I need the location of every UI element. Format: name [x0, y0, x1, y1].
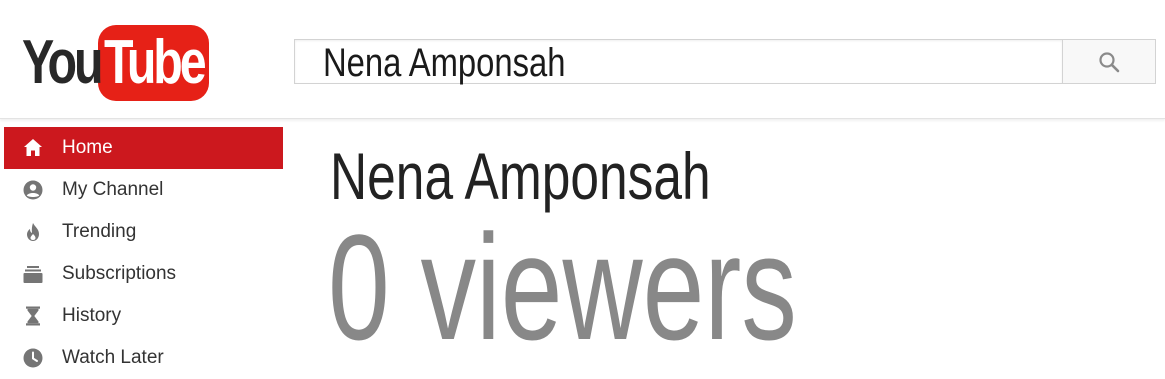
logo-tube-text: Tube	[103, 28, 207, 97]
logo-you-text: You	[22, 28, 104, 97]
sidebar-item-my-channel[interactable]: My Channel	[0, 169, 283, 211]
search-button[interactable]	[1062, 39, 1156, 84]
sidebar-item-label: My Channel	[62, 179, 164, 200]
sidebar-item-trending[interactable]: Trending	[0, 211, 283, 253]
sidebar-item-label: Home	[62, 137, 113, 158]
search-icon	[1099, 51, 1120, 72]
sidebar-item-subscriptions[interactable]: Subscriptions	[0, 253, 283, 295]
clock-icon	[22, 347, 44, 369]
sidebar-item-label: History	[62, 305, 122, 326]
logo-tube-box: Tube	[98, 25, 209, 101]
search-input-value: Nena Amponsah	[323, 41, 566, 85]
home-icon	[22, 137, 44, 159]
sidebar-item-home[interactable]: Home	[4, 127, 283, 169]
search-input[interactable]: Nena Amponsah	[294, 39, 1062, 85]
sidebar-item-label: Watch Later	[62, 347, 164, 368]
youtube-logo[interactable]: You Tube	[22, 24, 209, 102]
hourglass-icon	[22, 305, 44, 327]
sidebar-item-label: Trending	[62, 221, 137, 242]
sidebar: Home My Channel Trending Subscriptions H…	[0, 127, 283, 379]
flame-icon	[22, 221, 44, 243]
viewer-count: 0 viewers	[328, 203, 797, 371]
sidebar-item-label: Subscriptions	[62, 263, 177, 284]
sidebar-item-history[interactable]: History	[0, 295, 283, 337]
sidebar-item-watch-later[interactable]: Watch Later	[0, 337, 283, 379]
subscriptions-icon	[22, 263, 44, 285]
top-header: You Tube Nena Amponsah	[0, 0, 1165, 119]
channel-title: Nena Amponsah	[330, 139, 711, 213]
account-icon	[22, 179, 44, 201]
